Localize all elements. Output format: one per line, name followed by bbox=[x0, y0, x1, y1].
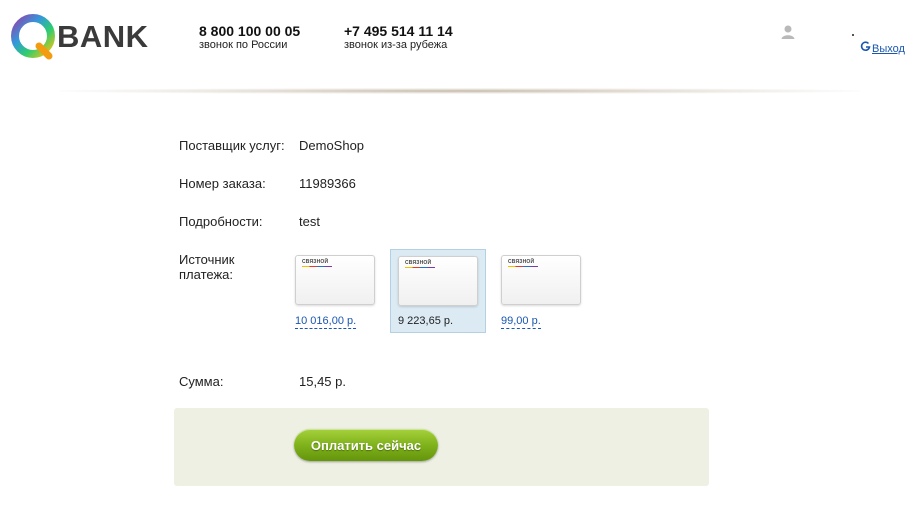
user-icon[interactable] bbox=[780, 24, 796, 40]
details-value: test bbox=[299, 214, 320, 229]
card-stripe bbox=[302, 266, 332, 267]
phone-russia: 8 800 100 00 05 звонок по России bbox=[199, 23, 300, 52]
card-image: СВЯЗНОЙ bbox=[295, 255, 375, 305]
header: BANK 8 800 100 00 05 звонок по России +7… bbox=[0, 0, 919, 94]
phone-caption: звонок из-за рубежа bbox=[344, 39, 448, 51]
card-balance: 9 223,65 р. bbox=[398, 315, 454, 327]
sum-value: 15,45 р. bbox=[299, 374, 346, 389]
logout-label[interactable]: Выход bbox=[872, 43, 905, 55]
header-divider bbox=[60, 88, 860, 94]
card-image: СВЯЗНОЙ bbox=[501, 255, 581, 305]
provider-label: Поставщик услуг: bbox=[179, 138, 285, 153]
details-label: Подробности: bbox=[179, 214, 263, 229]
q-ring-logo-icon bbox=[11, 14, 55, 60]
card-brand: СВЯЗНОЙ bbox=[405, 260, 432, 266]
card-stripe bbox=[405, 267, 435, 268]
order-value: 11989366 bbox=[299, 176, 356, 191]
pay-panel bbox=[174, 408, 709, 486]
phone-number: +7 495 514 11 14 bbox=[344, 23, 453, 39]
card-brand: СВЯЗНОЙ bbox=[302, 259, 329, 265]
card-stripe bbox=[508, 266, 538, 267]
card-brand: СВЯЗНОЙ bbox=[508, 259, 535, 265]
logout-link[interactable]: Выход bbox=[860, 41, 905, 55]
qbank-logo[interactable]: BANK bbox=[9, 12, 149, 60]
logout-icon bbox=[860, 41, 872, 55]
card-image: СВЯЗНОЙ bbox=[398, 256, 478, 306]
source-label-line1: Источник bbox=[179, 252, 235, 267]
logo-text: BANK bbox=[57, 19, 149, 54]
card-balance-link[interactable]: 10 016,00 р. bbox=[295, 315, 357, 329]
separator-dot bbox=[852, 34, 854, 36]
source-label: Источник платежа: bbox=[179, 252, 235, 282]
payment-card-option[interactable]: СВЯЗНОЙ 10 016,00 р. bbox=[289, 249, 385, 333]
provider-value: DemoShop bbox=[299, 138, 365, 153]
source-label-line2: платежа: bbox=[179, 267, 233, 282]
card-balance-link[interactable]: 99,00 р. bbox=[501, 315, 541, 329]
payment-card-option[interactable]: СВЯЗНОЙ 99,00 р. bbox=[495, 249, 591, 333]
phone-abroad: +7 495 514 11 14 звонок из-за рубежа bbox=[344, 23, 453, 52]
sum-label: Сумма: bbox=[179, 374, 224, 389]
payment-card-option-selected[interactable]: СВЯЗНОЙ 9 223,65 р. bbox=[390, 249, 486, 333]
phone-number: 8 800 100 00 05 bbox=[199, 23, 301, 39]
order-label: Номер заказа: bbox=[179, 176, 266, 191]
phone-caption: звонок по России bbox=[199, 39, 288, 51]
pay-now-button[interactable]: Оплатить сейчас bbox=[294, 429, 438, 461]
